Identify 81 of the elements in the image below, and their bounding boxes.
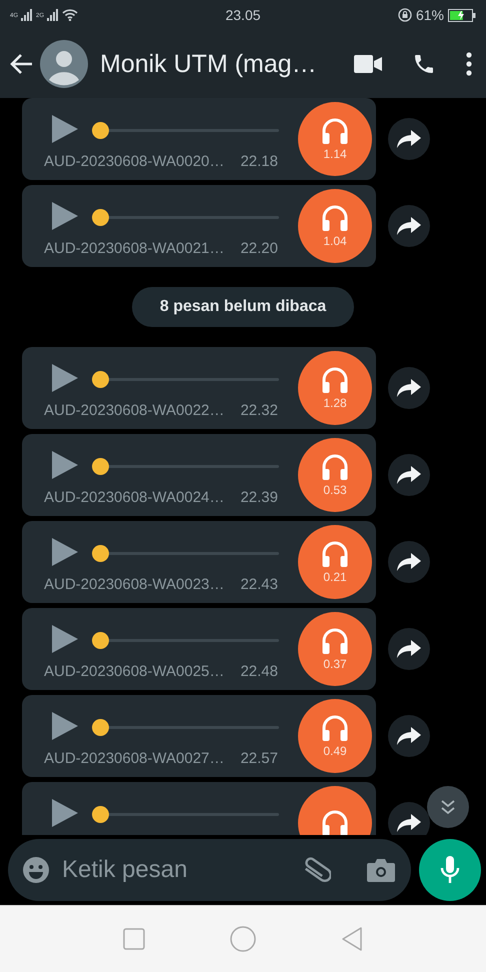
forward-arrow-icon (397, 553, 421, 571)
audio-duration: 0.53 (323, 483, 347, 497)
audio-duration: 0.37 (323, 657, 347, 671)
audio-duration: 1.14 (323, 147, 347, 161)
file-name: AUD-20230608-WA0020… (44, 153, 224, 170)
file-name: AUD-20230608-WA0022… (44, 402, 224, 419)
forward-button[interactable] (388, 367, 430, 409)
forward-button[interactable] (388, 205, 430, 247)
avatar-icon[interactable] (40, 40, 88, 88)
forward-button[interactable] (388, 454, 430, 496)
forward-button[interactable] (388, 715, 430, 757)
seek-thumb[interactable] (92, 545, 109, 562)
scroll-down-button[interactable] (427, 786, 469, 828)
play-icon[interactable] (52, 364, 78, 392)
play-icon[interactable] (52, 538, 78, 566)
back-arrow-icon[interactable] (10, 53, 34, 75)
play-icon[interactable] (52, 451, 78, 479)
file-name: AUD-20230608-WA0024… (44, 489, 224, 506)
more-options-icon[interactable] (466, 52, 472, 76)
forward-button[interactable] (388, 802, 430, 835)
play-icon[interactable] (52, 202, 78, 230)
file-name: AUD-20230608-WA0023… (44, 576, 224, 593)
seek-thumb[interactable] (92, 806, 109, 823)
headphones-icon (321, 204, 349, 232)
microphone-icon (440, 856, 460, 884)
signal-icon (47, 9, 60, 21)
message-time: 22.43 (240, 576, 278, 593)
message-input-field[interactable]: Ketik pesan (8, 839, 411, 901)
message-time: 22.39 (240, 489, 278, 506)
audio-duration: 0.49 (323, 744, 347, 758)
headphones-icon (321, 117, 349, 145)
headphones-icon (321, 453, 349, 481)
headphones-icon (321, 540, 349, 568)
seek-thumb[interactable] (92, 371, 109, 388)
forward-button[interactable] (388, 628, 430, 670)
contact-name: Monik UTM (mag… (100, 50, 318, 78)
forward-arrow-icon (397, 640, 421, 658)
message-time: 22.57 (240, 750, 278, 767)
seek-thumb[interactable] (92, 209, 109, 226)
seek-thumb[interactable] (92, 458, 109, 475)
message-time: 22.32 (240, 402, 278, 419)
forward-arrow-icon (397, 814, 421, 832)
double-chevron-icon (440, 799, 456, 815)
seek-thumb[interactable] (92, 719, 109, 736)
seek-thumb[interactable] (92, 632, 109, 649)
forward-arrow-icon (397, 727, 421, 745)
forward-arrow-icon (397, 379, 421, 397)
rotation-lock-icon (398, 8, 412, 22)
message-input[interactable]: Ketik pesan (62, 856, 289, 884)
play-icon[interactable] (52, 799, 78, 827)
play-icon[interactable] (52, 712, 78, 740)
file-name: AUD-20230608-WA0021… (44, 240, 224, 257)
message-time: 22.20 (240, 240, 278, 257)
headphones-icon (321, 366, 349, 394)
headphones-icon (321, 809, 349, 835)
wifi-icon (62, 9, 78, 21)
audio-duration: 1.28 (323, 396, 347, 410)
phone-icon[interactable] (412, 52, 436, 76)
message-time: 22.18 (240, 153, 278, 170)
forward-arrow-icon (397, 466, 421, 484)
file-name: AUD-20230608-WA0025… (44, 663, 224, 680)
camera-icon[interactable] (367, 858, 395, 882)
audio-duration: 1.04 (323, 234, 347, 248)
emoji-icon[interactable] (22, 856, 50, 884)
headphones-icon (321, 627, 349, 655)
seek-thumb[interactable] (92, 122, 109, 139)
signal-icon (21, 9, 34, 21)
forward-arrow-icon (397, 130, 421, 148)
forward-arrow-icon (397, 217, 421, 235)
battery-percent: 61% (416, 7, 444, 23)
play-icon[interactable] (52, 115, 78, 143)
audio-duration: 0.21 (323, 570, 347, 584)
forward-button[interactable] (388, 118, 430, 160)
play-icon[interactable] (52, 625, 78, 653)
clock-time: 23.05 (225, 7, 261, 23)
video-camera-icon[interactable] (354, 55, 382, 73)
file-name: AUD-20230608-WA0027… (44, 750, 224, 767)
headphones-icon (321, 714, 349, 742)
unread-banner: 8 pesan belum dibaca (132, 287, 354, 327)
forward-button[interactable] (388, 541, 430, 583)
message-time: 22.48 (240, 663, 278, 680)
